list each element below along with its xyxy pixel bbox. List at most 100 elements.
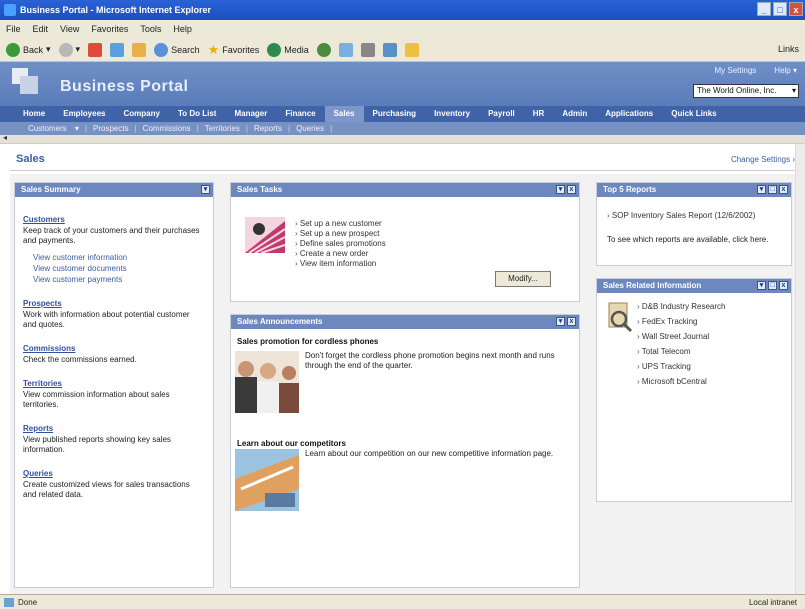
- reports-note-link[interactable]: To see which reports are available, clic…: [607, 235, 783, 245]
- related-link-ups[interactable]: UPS Tracking: [637, 359, 725, 374]
- modify-button[interactable]: Modify...: [495, 271, 551, 287]
- task-link-sales-promotions[interactable]: Define sales promotions: [295, 239, 386, 249]
- section-link-prospects[interactable]: Prospects: [23, 299, 205, 308]
- nav-todo[interactable]: To Do List: [169, 106, 226, 122]
- report-link-sop-inventory[interactable]: SOP Inventory Sales Report (12/6/2002): [607, 211, 783, 221]
- nav-inventory[interactable]: Inventory: [425, 106, 479, 122]
- task-link-new-prospect[interactable]: Set up a new prospect: [295, 229, 386, 239]
- summary-section: Prospects Work with information about po…: [23, 299, 205, 330]
- link-view-customer-information[interactable]: View customer information: [33, 252, 205, 263]
- close-icon[interactable]: x: [567, 317, 576, 326]
- close-icon[interactable]: x: [779, 185, 788, 194]
- collapse-icon[interactable]: ▾: [556, 185, 565, 194]
- nav-finance[interactable]: Finance: [276, 106, 324, 122]
- related-link-wsj[interactable]: Wall Street Journal: [637, 329, 725, 344]
- favorites-button[interactable]: ★ Favorites: [208, 42, 260, 58]
- collapse-icon[interactable]: ▾: [556, 317, 565, 326]
- minimize-button[interactable]: _: [757, 2, 771, 16]
- section-link-reports[interactable]: Reports: [23, 424, 205, 433]
- section-desc: View published reports showing key sales…: [23, 435, 171, 454]
- close-icon[interactable]: x: [779, 281, 788, 290]
- sub-nav: Customers ▾ | Prospects | Commissions | Ter…: [0, 122, 805, 135]
- task-link-new-order[interactable]: Create a new order: [295, 249, 386, 259]
- nav-quick-links[interactable]: Quick Links: [662, 106, 725, 122]
- my-settings-link[interactable]: My Settings: [715, 66, 757, 75]
- collapse-icon[interactable]: ▾: [201, 185, 210, 194]
- help-link[interactable]: Help ▾: [774, 66, 797, 75]
- close-icon[interactable]: x: [567, 185, 576, 194]
- section-link-commissions[interactable]: Commissions: [23, 344, 205, 353]
- collapse-icon[interactable]: ▾: [757, 281, 766, 290]
- task-link-new-customer[interactable]: Set up a new customer: [295, 219, 386, 229]
- security-zone: Local intranet: [748, 598, 797, 607]
- portal-logo: [12, 68, 38, 94]
- menu-edit[interactable]: Edit: [33, 24, 49, 34]
- summary-section: Territories View commission information …: [23, 379, 205, 410]
- menu-view[interactable]: View: [60, 24, 79, 34]
- folder-icon[interactable]: [404, 42, 419, 57]
- close-button[interactable]: x: [789, 2, 803, 16]
- links-button[interactable]: Links: [778, 44, 799, 54]
- section-link-territories[interactable]: Territories: [23, 379, 205, 388]
- section-link-customers[interactable]: Customers: [23, 215, 205, 224]
- subnav-commissions[interactable]: Commissions: [137, 124, 197, 133]
- related-link-bcentral[interactable]: Microsoft bCentral: [637, 374, 725, 389]
- nav-sales[interactable]: Sales: [324, 106, 364, 122]
- maximize-icon[interactable]: □: [768, 281, 777, 290]
- collapse-icon[interactable]: ▾: [757, 185, 766, 194]
- horizontal-scrollbar[interactable]: [0, 133, 805, 144]
- print-icon[interactable]: [360, 42, 375, 57]
- edit-icon[interactable]: [382, 42, 397, 57]
- summary-section: Reports View published reports showing k…: [23, 424, 205, 455]
- menu-tools[interactable]: Tools: [140, 24, 161, 34]
- subnav-prospects[interactable]: Prospects: [87, 124, 135, 133]
- forward-button[interactable]: ▾: [58, 42, 80, 57]
- favorites-label: Favorites: [222, 44, 260, 55]
- subnav-territories[interactable]: Territories: [199, 124, 246, 133]
- nav-company[interactable]: Company: [114, 106, 168, 122]
- panel-header: Sales Related Information ▾ □ x: [597, 279, 791, 293]
- section-link-queries[interactable]: Queries: [23, 469, 205, 478]
- nav-purchasing[interactable]: Purchasing: [364, 106, 426, 122]
- panel-header: Sales Tasks ▾ x: [231, 183, 579, 197]
- nav-manager[interactable]: Manager: [225, 106, 276, 122]
- menu-help[interactable]: Help: [173, 24, 192, 34]
- back-button[interactable]: Back ▾: [6, 42, 51, 57]
- nav-hr[interactable]: HR: [524, 106, 554, 122]
- section-desc: Check the commissions earned.: [23, 355, 137, 364]
- announcement-title: Learn about our competitors: [237, 439, 346, 448]
- media-icon: [267, 42, 282, 57]
- related-link-fedex[interactable]: FedEx Tracking: [637, 314, 725, 329]
- media-button[interactable]: Media: [267, 42, 309, 57]
- refresh-icon[interactable]: [110, 42, 125, 57]
- vertical-scrollbar[interactable]: [795, 144, 805, 594]
- nav-applications[interactable]: Applications: [596, 106, 662, 122]
- subnav-reports[interactable]: Reports: [248, 124, 288, 133]
- change-settings-link[interactable]: Change Settings ›: [731, 155, 795, 164]
- task-link-item-information[interactable]: View item information: [295, 259, 386, 269]
- subnav-queries[interactable]: Queries: [290, 124, 330, 133]
- main-nav: Home Employees Company To Do List Manage…: [0, 106, 805, 122]
- link-view-customer-documents[interactable]: View customer documents: [33, 263, 205, 274]
- stop-icon[interactable]: [88, 42, 103, 57]
- home-icon[interactable]: [132, 42, 147, 57]
- menu-file[interactable]: File: [6, 24, 21, 34]
- mail-icon[interactable]: [338, 42, 353, 57]
- maximize-button[interactable]: □: [773, 2, 787, 16]
- search-button[interactable]: Search: [154, 42, 200, 57]
- related-link-total-telecom[interactable]: Total Telecom: [637, 344, 725, 359]
- nav-employees[interactable]: Employees: [54, 106, 114, 122]
- maximize-icon[interactable]: □: [768, 185, 777, 194]
- sales-announcements-panel: Sales Announcements ▾ x Sales promotion …: [230, 314, 580, 588]
- related-link-dnb[interactable]: D&B Industry Research: [637, 299, 726, 314]
- nav-home[interactable]: Home: [14, 106, 54, 122]
- nav-payroll[interactable]: Payroll: [479, 106, 524, 122]
- organization-select[interactable]: The World Online, Inc.: [693, 84, 799, 98]
- link-view-customer-payments[interactable]: View customer payments: [33, 274, 205, 285]
- menu-favorites[interactable]: Favorites: [91, 24, 128, 34]
- history-icon[interactable]: [316, 42, 331, 57]
- panel-title: Sales Announcements: [237, 317, 323, 326]
- subnav-customers[interactable]: Customers ▾: [16, 124, 85, 133]
- nav-admin[interactable]: Admin: [553, 106, 596, 122]
- tasks-list: Set up a new customer Set up a new prosp…: [295, 219, 386, 269]
